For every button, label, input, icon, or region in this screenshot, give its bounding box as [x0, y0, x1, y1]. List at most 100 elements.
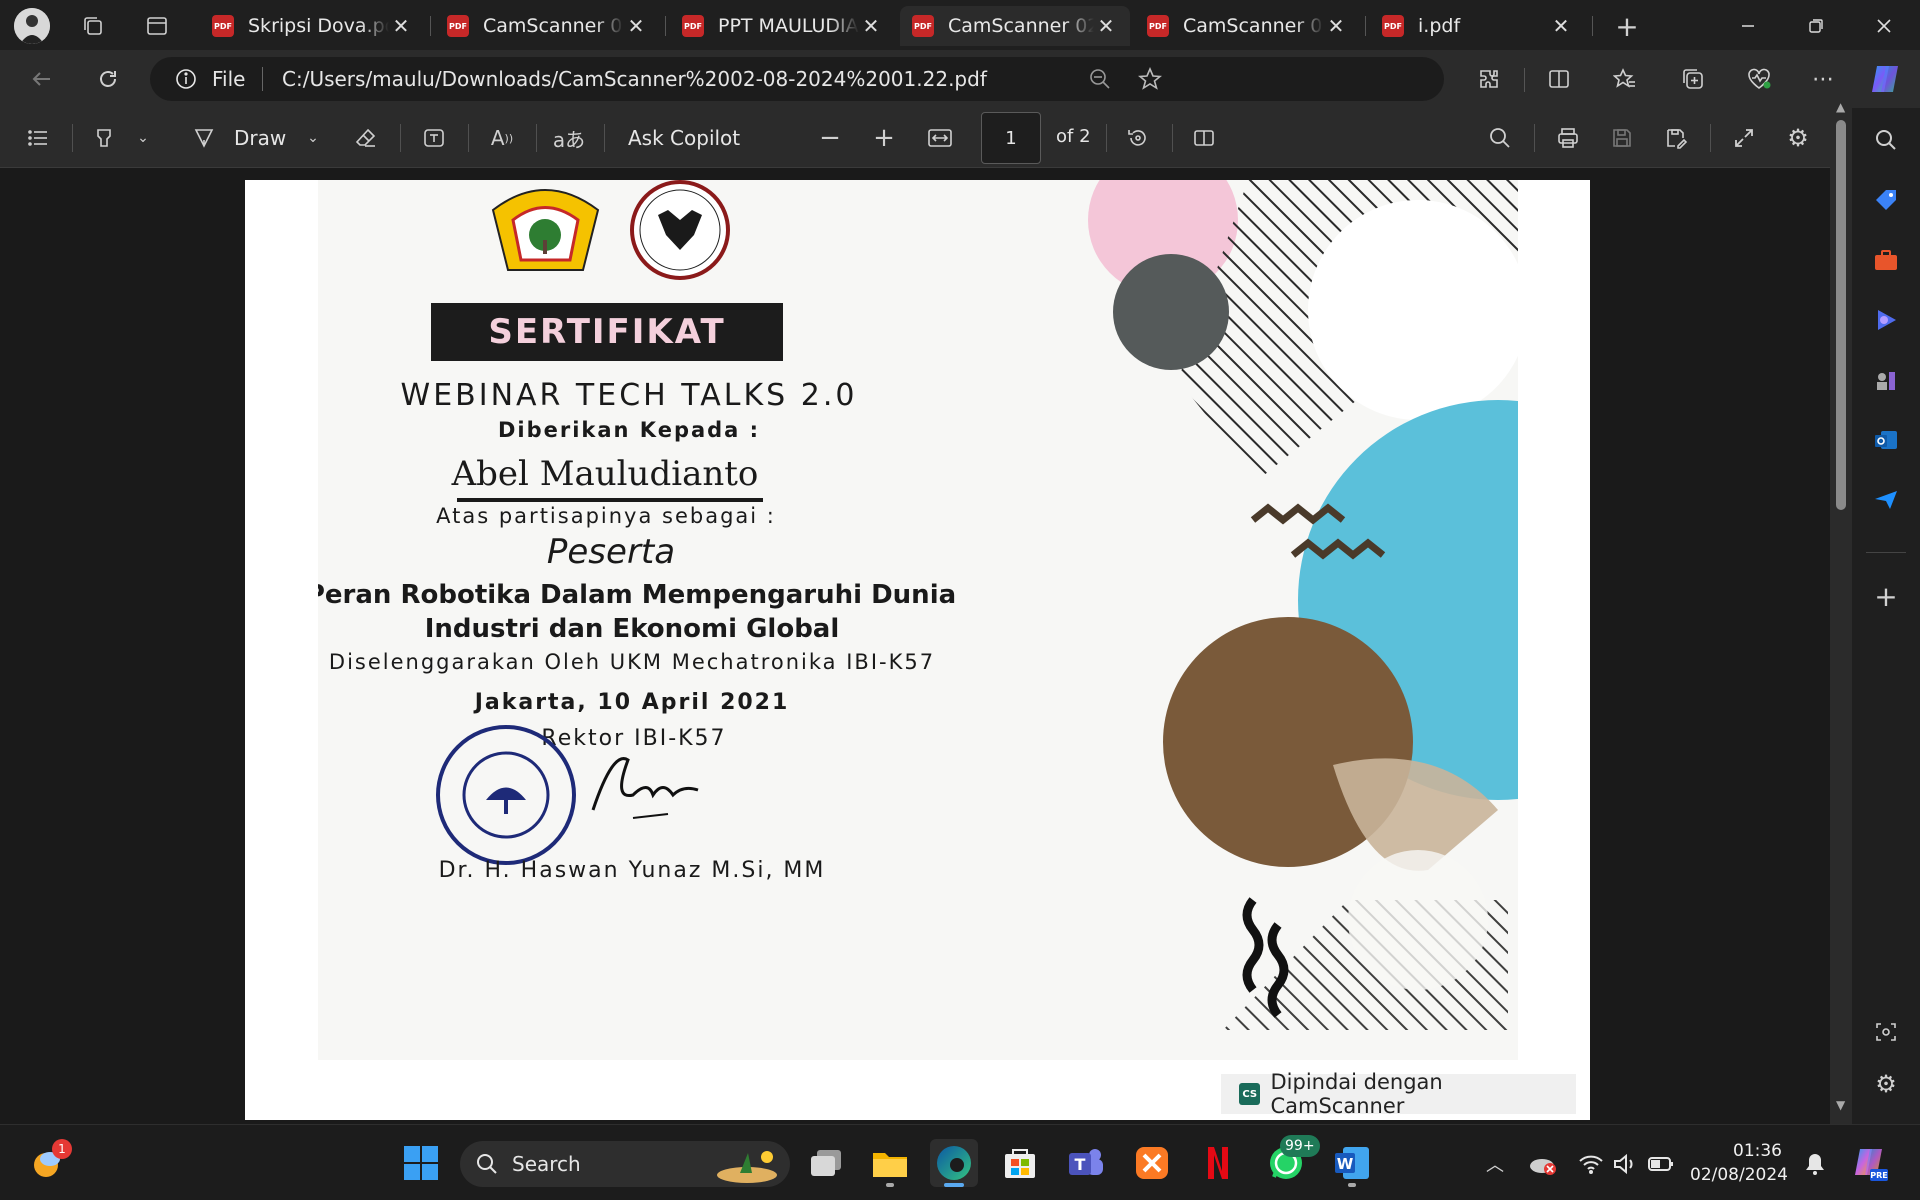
rotate-icon[interactable]	[1122, 122, 1154, 154]
save-as-icon[interactable]	[1660, 122, 1692, 154]
translate-icon[interactable]: aあ	[552, 122, 586, 154]
outlook-icon[interactable]	[1866, 420, 1906, 460]
fullscreen-icon[interactable]	[1728, 122, 1760, 154]
browser-essentials-icon[interactable]	[1742, 62, 1776, 96]
add-text-icon[interactable]	[418, 122, 450, 154]
copilot-icon[interactable]	[1864, 58, 1906, 100]
page-number-input[interactable]: 1	[981, 112, 1041, 164]
drop-send-icon[interactable]	[1866, 480, 1906, 520]
wifi-icon[interactable]	[1576, 1149, 1606, 1179]
more-options-icon[interactable]: ⋯	[1806, 62, 1840, 96]
page-view-icon[interactable]	[1188, 122, 1220, 154]
games-icon[interactable]	[1866, 360, 1906, 400]
xampp-icon[interactable]	[1128, 1139, 1176, 1187]
chevron-down-icon[interactable]: ⌄	[132, 126, 154, 150]
weather-widget-icon[interactable]: 1	[24, 1139, 72, 1187]
read-aloud-icon[interactable]: A))	[486, 122, 518, 154]
windows-taskbar: 1 Search T 99+ W ︿ 01:36 02/08/2024 PRE	[0, 1124, 1920, 1200]
copilot-taskbar-icon[interactable]: PRE	[1848, 1141, 1892, 1185]
tab-actions-icon[interactable]	[142, 12, 172, 40]
minimize-icon[interactable]	[1720, 8, 1776, 44]
fit-to-width-icon[interactable]	[924, 122, 956, 154]
tab-ppt-mauludianto[interactable]: PDF PPT MAULUDIANTO.pdf ✕	[670, 6, 895, 46]
teams-icon[interactable]: T	[1062, 1139, 1110, 1187]
scroll-up-arrow[interactable]: ▲	[1836, 100, 1845, 114]
print-icon[interactable]	[1552, 122, 1584, 154]
tab-i-pdf[interactable]: PDF i.pdf ✕	[1370, 6, 1585, 46]
address-bar[interactable]: File C:/Users/maulu/Downloads/CamScanner…	[150, 57, 1444, 101]
microsoft-store-icon[interactable]	[996, 1139, 1044, 1187]
volume-icon[interactable]	[1610, 1149, 1640, 1179]
favorites-icon[interactable]	[1608, 62, 1642, 96]
close-icon[interactable]: ✕	[624, 14, 648, 38]
search-icon[interactable]	[1866, 120, 1906, 160]
pdf-viewer-area[interactable]: SERTIFIKAT WEBINAR TECH TALKS 2.0 Diberi…	[0, 168, 1830, 1124]
search-icon[interactable]	[1484, 122, 1516, 154]
info-icon[interactable]	[174, 67, 198, 91]
scroll-down-arrow[interactable]: ▼	[1836, 1098, 1845, 1112]
tab-camscanner-2[interactable]: PDF CamScanner 02-08-2024.pdf ✕	[1135, 6, 1360, 46]
mechatronika-logo-icon	[630, 180, 730, 280]
tab-camscanner-1[interactable]: PDF CamScanner 02-08-2024 01.22.pdf ✕	[435, 6, 660, 46]
close-icon[interactable]: ✕	[1549, 14, 1573, 38]
vertical-scrollbar[interactable]: ▲ ▼	[1830, 100, 1852, 1124]
close-icon[interactable]: ✕	[1324, 14, 1348, 38]
close-icon[interactable]: ✕	[1094, 14, 1118, 38]
back-arrow-icon[interactable]	[22, 62, 62, 96]
netflix-icon[interactable]	[1194, 1139, 1242, 1187]
start-button[interactable]	[397, 1139, 445, 1187]
eraser-icon[interactable]	[350, 122, 382, 154]
draw-label[interactable]: Draw	[234, 126, 286, 150]
favorite-star-icon[interactable]	[1136, 65, 1164, 93]
highlight-icon[interactable]	[88, 122, 120, 154]
participation-label: Atas partisapinya sebagai :	[436, 504, 776, 528]
file-explorer-icon[interactable]	[866, 1139, 914, 1187]
certificate-heading-banner: SERTIFIKAT	[431, 303, 783, 361]
task-view-icon[interactable]	[802, 1139, 850, 1187]
workspaces-icon[interactable]	[78, 12, 108, 40]
chevron-up-icon[interactable]: ︿	[1480, 1149, 1510, 1179]
notification-bell-icon[interactable]	[1800, 1149, 1830, 1179]
restore-icon[interactable]	[1788, 8, 1844, 44]
zoom-out-icon[interactable]: −	[816, 122, 844, 154]
taskbar-search[interactable]: Search	[460, 1141, 790, 1187]
shopping-tag-icon[interactable]	[1866, 180, 1906, 220]
url-text[interactable]: C:/Users/maulu/Downloads/CamScanner%2002…	[282, 67, 987, 91]
close-icon[interactable]: ✕	[389, 14, 413, 38]
tab-camscanner-active[interactable]: PDF CamScanner 02-08-2024 01.22.pdf ✕	[900, 6, 1130, 46]
tab-separator	[1365, 16, 1366, 36]
sidebar-settings-icon[interactable]: ⚙	[1866, 1064, 1906, 1104]
add-icon[interactable]: +	[1866, 576, 1906, 616]
onedrive-error-icon[interactable]	[1526, 1149, 1560, 1179]
close-icon[interactable]: ✕	[859, 14, 883, 38]
extensions-icon[interactable]	[1472, 62, 1506, 96]
copilot-designer-icon[interactable]	[1866, 300, 1906, 340]
contents-list-icon[interactable]	[22, 122, 54, 154]
edge-browser-icon[interactable]	[930, 1139, 978, 1187]
ask-copilot-button[interactable]: Ask Copilot	[628, 126, 740, 150]
settings-icon[interactable]: ⚙	[1782, 122, 1814, 154]
split-screen-icon[interactable]	[1542, 62, 1576, 96]
zoom-in-icon[interactable]: +	[870, 122, 898, 154]
whatsapp-icon[interactable]: 99+	[1262, 1135, 1320, 1187]
screenshot-icon[interactable]	[1866, 1012, 1906, 1052]
collections-icon[interactable]	[1676, 62, 1710, 96]
chevron-down-icon[interactable]: ⌄	[302, 126, 324, 150]
profile-avatar[interactable]	[14, 8, 50, 44]
sidebar-divider	[1866, 552, 1906, 553]
word-icon[interactable]: W	[1328, 1139, 1376, 1187]
search-icon	[477, 1154, 497, 1174]
close-window-icon[interactable]	[1856, 8, 1912, 44]
new-tab-icon[interactable]: +	[1610, 10, 1644, 43]
tab-skripsi[interactable]: PDF Skripsi Dova.pdf ✕	[200, 6, 425, 46]
scroll-thumb[interactable]	[1836, 120, 1846, 510]
zoom-out-icon[interactable]	[1086, 65, 1114, 93]
camscanner-label: Dipindai dengan CamScanner	[1270, 1070, 1443, 1118]
refresh-icon[interactable]	[88, 62, 128, 96]
draw-icon[interactable]	[188, 122, 220, 154]
battery-icon[interactable]	[1646, 1149, 1676, 1179]
save-icon[interactable]	[1606, 122, 1638, 154]
page-total-label: of 2	[1056, 126, 1091, 147]
tools-briefcase-icon[interactable]	[1866, 240, 1906, 280]
clock[interactable]: 01:36 02/08/2024	[1690, 1139, 1788, 1187]
